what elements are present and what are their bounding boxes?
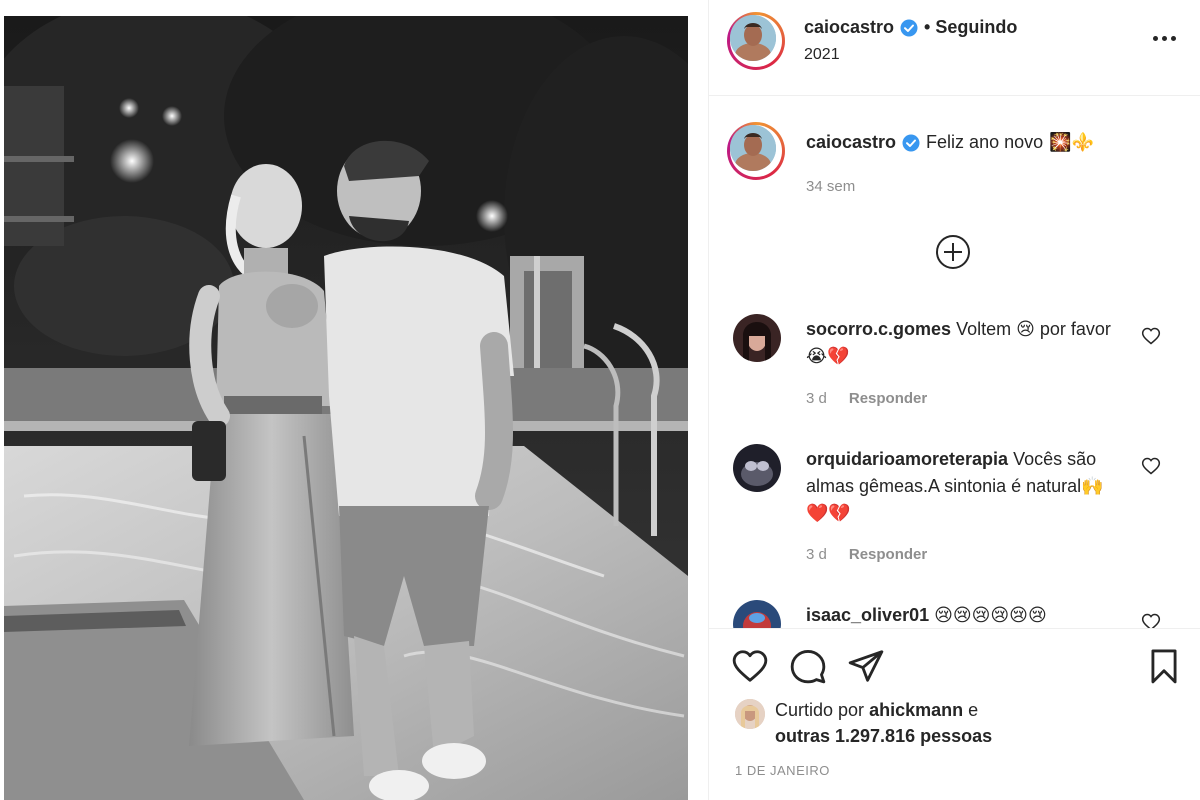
post-date[interactable]: 1 DE JANEIRO	[735, 763, 830, 778]
comment-time[interactable]: 3 d	[806, 390, 827, 407]
verified-badge-icon	[900, 19, 918, 36]
caption-text: Feliz ano novo	[926, 132, 1044, 152]
comment-meta: 3 d Responder	[806, 546, 927, 563]
heart-icon[interactable]	[731, 647, 769, 685]
caption-emojis: 🎇⚜️	[1049, 132, 1094, 152]
reply-button[interactable]: Responder	[849, 390, 927, 407]
verified-badge-icon	[902, 134, 920, 151]
post-side-panel: caiocastro • Seguindo 2021 caiocastro Fe…	[708, 0, 1200, 800]
comment-avatar[interactable]	[733, 600, 781, 628]
comment-heart-icon[interactable]	[1141, 612, 1161, 628]
likes-connector: e	[968, 700, 979, 720]
comment-avatar[interactable]	[733, 314, 781, 362]
post-photo[interactable]	[4, 16, 688, 800]
save-bookmark-icon[interactable]	[1145, 647, 1183, 685]
post-location[interactable]: 2021	[804, 46, 840, 64]
comment-meta: 3 d Responder	[806, 390, 927, 407]
comment-username[interactable]: orquidarioamoreterapia	[806, 449, 1008, 469]
more-options-icon[interactable]	[1153, 32, 1177, 44]
post-header: caiocastro • Seguindo 2021	[709, 0, 1200, 96]
likes-prefix: Curtido por	[775, 700, 865, 720]
comment-text: isaac_oliver01 😢😢😢😢😢😢	[806, 602, 1116, 628]
post-photo-image	[4, 16, 688, 800]
load-more-comments-icon[interactable]	[935, 234, 971, 270]
comment-text: orquidarioamoreterapia Vocês são almas g…	[806, 446, 1116, 527]
comment-heart-icon[interactable]	[1141, 456, 1161, 476]
action-bar: Curtido por ahickmann e outras 1.297.816…	[709, 628, 1200, 800]
comment-heart-icon[interactable]	[1141, 326, 1161, 346]
author-line: caiocastro • Seguindo	[804, 17, 1017, 38]
author-avatar[interactable]	[727, 12, 785, 70]
comment-text: socorro.c.gomes Voltem 😢 por favor 😭💔	[806, 316, 1116, 370]
caption-line: caiocastro Feliz ano novo 🎇⚜️	[806, 132, 1094, 153]
author-username[interactable]: caiocastro	[804, 17, 894, 38]
liker-username[interactable]: ahickmann	[869, 700, 963, 720]
caption-avatar[interactable]	[727, 122, 785, 180]
post-photo-area	[0, 0, 708, 800]
comment-icon[interactable]	[789, 647, 827, 685]
likes-summary: Curtido por ahickmann e outras 1.297.816…	[735, 697, 992, 749]
comment-username[interactable]: isaac_oliver01	[806, 605, 929, 625]
comment-avatar[interactable]	[733, 444, 781, 492]
likes-others[interactable]: outras 1.297.816 pessoas	[775, 726, 992, 746]
caption-username[interactable]: caiocastro	[806, 132, 896, 153]
comment-username[interactable]: socorro.c.gomes	[806, 319, 951, 339]
reply-button[interactable]: Responder	[849, 546, 927, 563]
liker-avatar[interactable]	[735, 699, 765, 729]
comment-time[interactable]: 3 d	[806, 546, 827, 563]
share-icon[interactable]	[847, 647, 885, 685]
comments-list: socorro.c.gomes Voltem 😢 por favor 😭💔 3 …	[709, 300, 1200, 628]
following-status[interactable]: • Seguindo	[924, 17, 1017, 38]
likes-text: Curtido por ahickmann e outras 1.297.816…	[775, 697, 992, 749]
comment-body: 😢😢😢😢😢😢	[934, 605, 1047, 625]
caption-time[interactable]: 34 sem	[806, 178, 855, 195]
